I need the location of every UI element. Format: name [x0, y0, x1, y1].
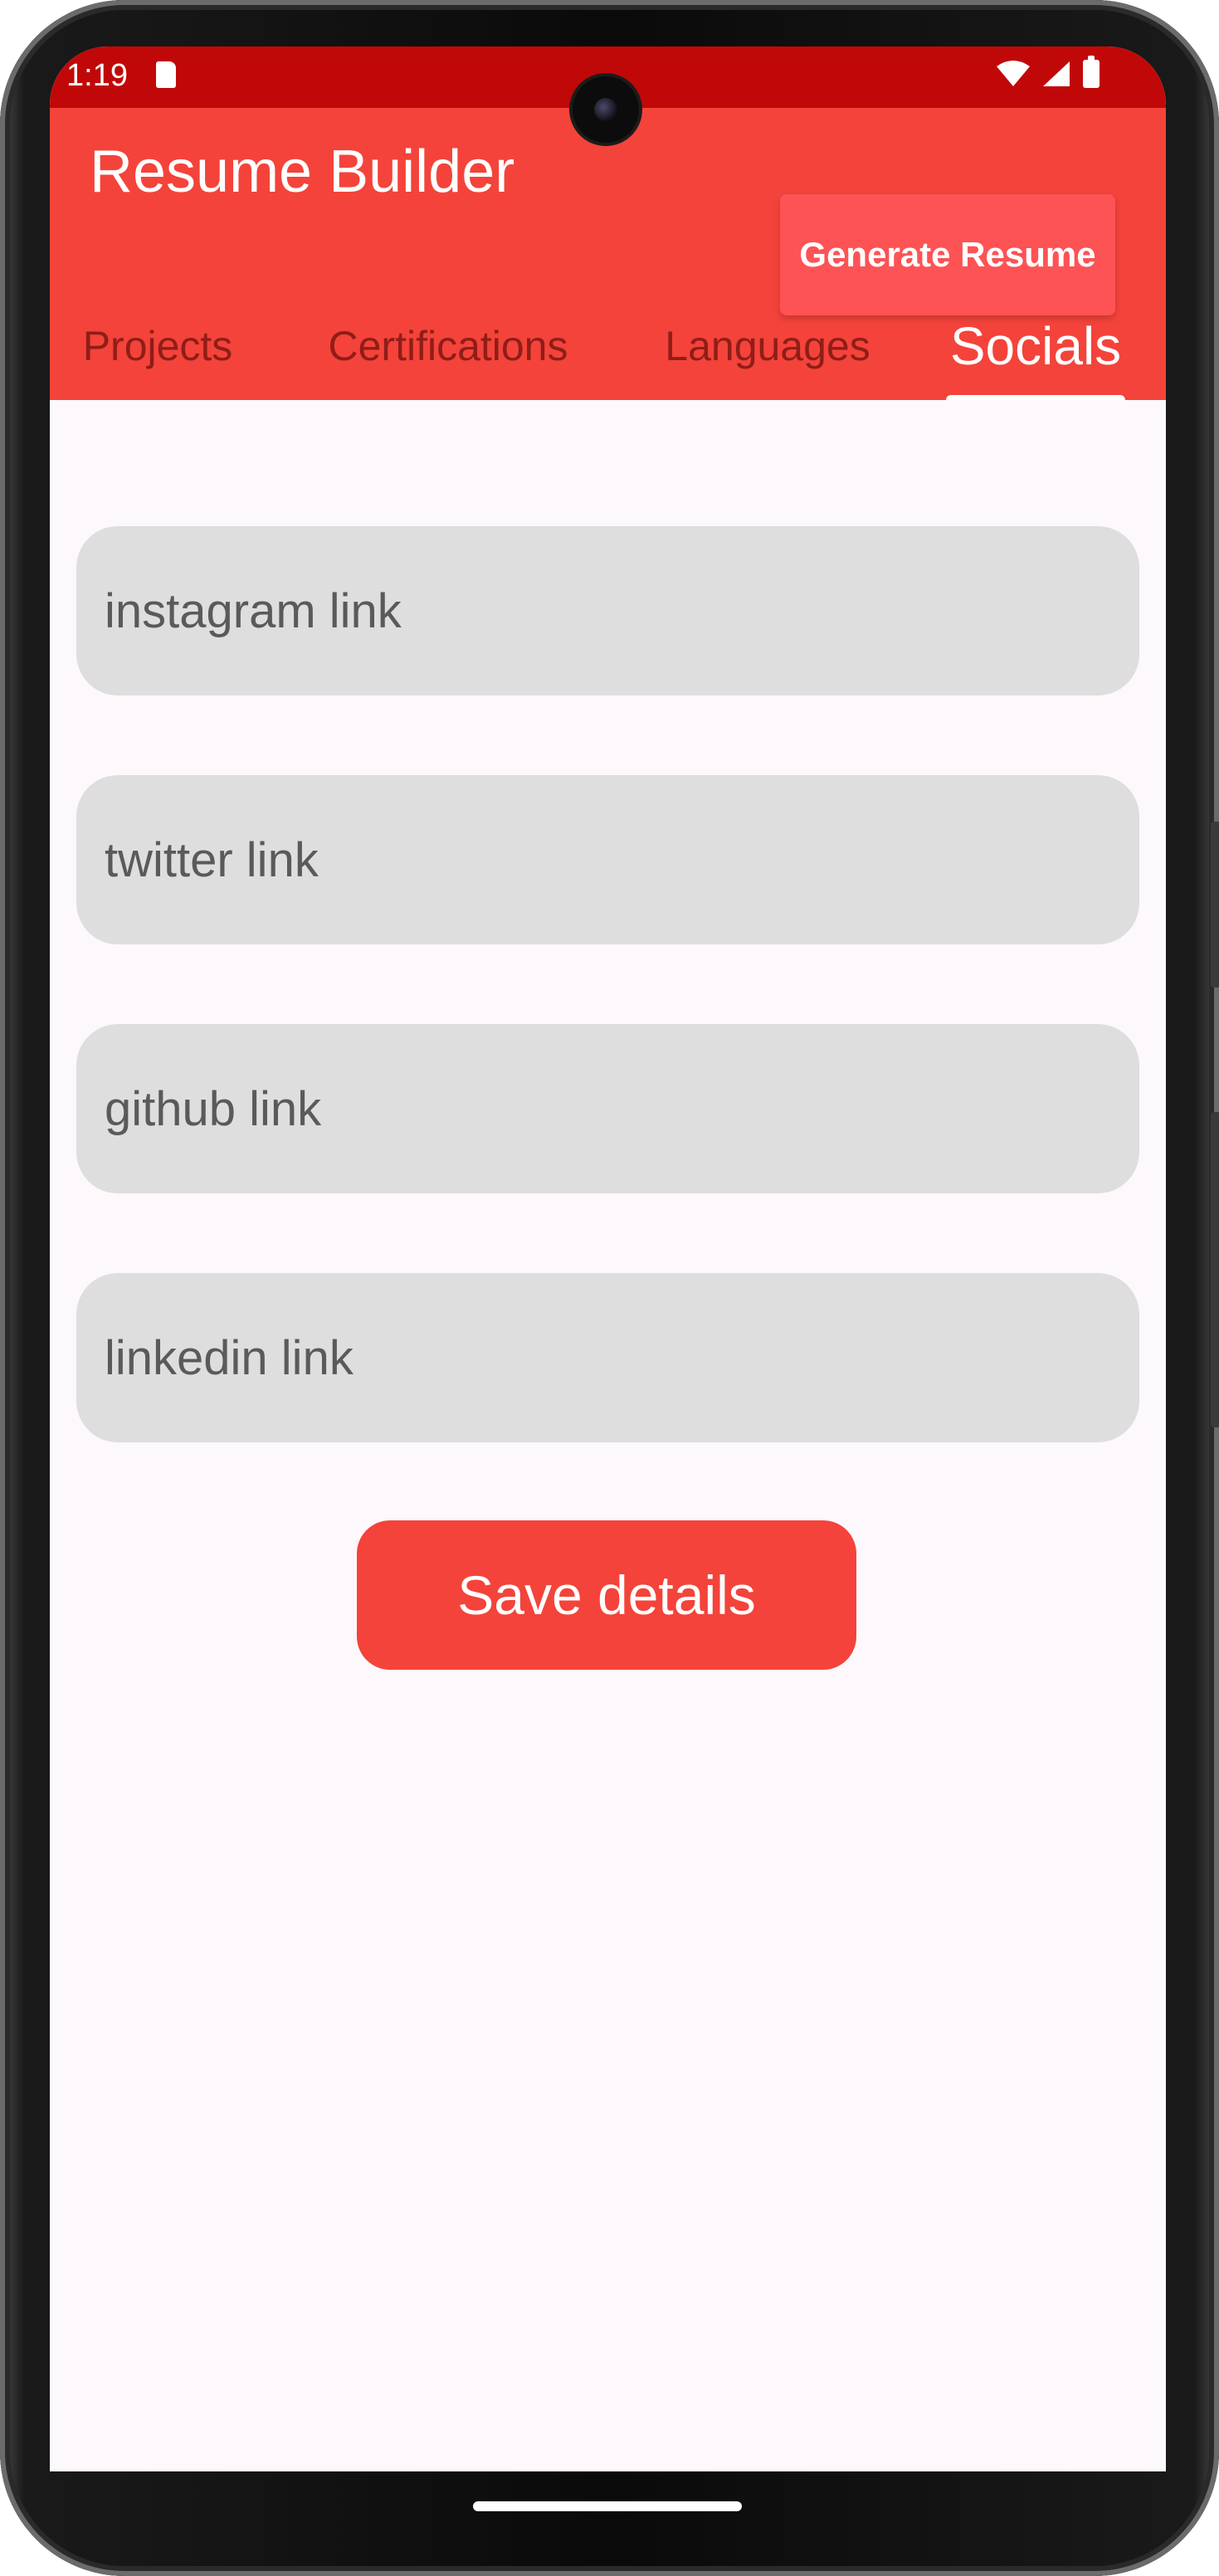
status-icons: [997, 56, 1100, 88]
wifi-icon: [997, 61, 1030, 86]
tab-certifications[interactable]: Certifications: [315, 292, 581, 400]
save-details-button[interactable]: Save details: [357, 1520, 856, 1670]
home-gesture-bar[interactable]: [473, 2501, 742, 2511]
linkedin-field[interactable]: linkedin link: [76, 1273, 1139, 1442]
signal-icon: [1043, 61, 1070, 86]
active-tab-indicator: [946, 395, 1125, 400]
battery-icon: [1083, 56, 1100, 88]
tab-bar: Projects Certifications Languages Social…: [50, 292, 1166, 400]
tab-projects[interactable]: Projects: [75, 292, 241, 400]
power-button: [1211, 1112, 1219, 1427]
screen: 1:19 Resume Builder Generate Resume Proj…: [50, 46, 1166, 2471]
twitter-field[interactable]: twitter link: [76, 775, 1139, 944]
phone-frame: 1:19 Resume Builder Generate Resume Proj…: [0, 0, 1219, 2576]
instagram-field[interactable]: instagram link: [76, 526, 1139, 695]
app-title: Resume Builder: [90, 139, 515, 205]
gesture-nav-area: [50, 2471, 1166, 2538]
sd-card-icon: [156, 61, 176, 88]
status-time: 1:19: [66, 58, 128, 93]
github-field[interactable]: github link: [76, 1024, 1139, 1193]
front-camera: [573, 76, 639, 143]
tab-socials[interactable]: Socials: [938, 292, 1134, 400]
volume-button: [1211, 822, 1219, 988]
tab-languages[interactable]: Languages: [647, 292, 888, 400]
